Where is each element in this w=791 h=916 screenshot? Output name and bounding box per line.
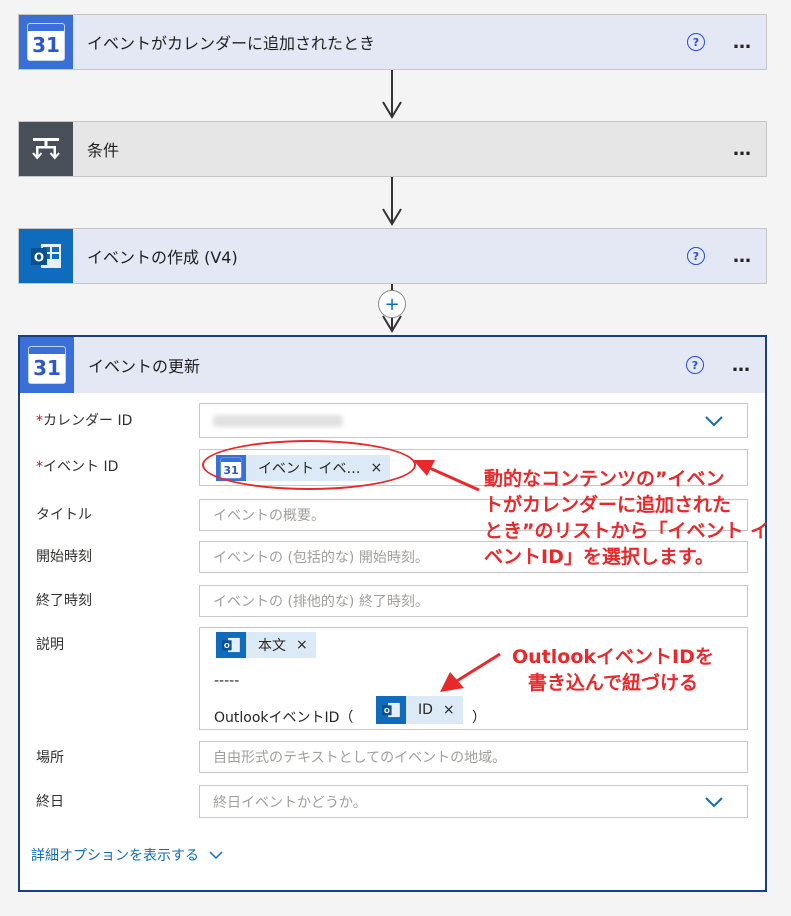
highlight-ellipse (202, 440, 416, 490)
condition-step-card[interactable]: 条件 … (18, 121, 767, 177)
show-advanced-options-link[interactable]: 詳細オプションを表示する (31, 845, 223, 865)
trigger-step-card[interactable]: 31 イベントがカレンダーに追加されたとき ? … (18, 14, 767, 70)
help-icon[interactable]: ? (687, 247, 705, 265)
arrow-head-icon (382, 101, 402, 119)
calendar-id-dropdown[interactable] (199, 403, 748, 438)
help-icon[interactable]: ? (686, 356, 704, 374)
remove-token-icon[interactable]: × (292, 637, 316, 653)
outlook-icon: O (216, 632, 246, 658)
google-calendar-icon: 31 (19, 15, 73, 69)
annotation-arrow (413, 460, 480, 492)
outlook-id-prefix: OutlookイベントID（ (214, 710, 354, 726)
calendar-id-label: *カレンダー ID (36, 413, 133, 429)
arrow-head-icon (382, 208, 402, 226)
step-title: 条件 (87, 141, 120, 160)
description-label: 説明 (36, 637, 64, 653)
annotation-top: 動的なコンテンツの”イベン トがカレンダーに追加された とき”のリストから「イベ… (484, 468, 770, 568)
more-options-button[interactable]: … (733, 32, 752, 53)
help-icon[interactable]: ? (687, 33, 705, 51)
step-title: イベントの更新 (88, 357, 201, 376)
svg-text:O: O (224, 641, 230, 650)
calendar-id-value (213, 414, 343, 427)
svg-text:O: O (34, 251, 44, 265)
more-options-button[interactable]: … (732, 355, 751, 376)
description-separator: ----- (214, 673, 240, 689)
google-calendar-icon: 31 (20, 337, 74, 393)
body-token[interactable]: O 本文 × (216, 632, 316, 658)
end-time-input[interactable]: イベントの (排他的な) 終了時刻。 (199, 585, 748, 617)
location-label: 場所 (36, 750, 64, 766)
all-day-dropdown[interactable]: 終日イベントかどうか。 (199, 785, 748, 818)
chevron-down-icon[interactable] (705, 415, 723, 427)
more-options-button[interactable]: … (733, 139, 752, 160)
chevron-down-icon[interactable] (705, 796, 723, 808)
step-title: イベントの作成 (V4) (87, 248, 238, 267)
chevron-down-icon (209, 850, 223, 859)
start-time-label: 開始時刻 (36, 549, 92, 565)
step-title: イベントがカレンダーに追加されたとき (87, 34, 376, 53)
all-day-label: 終日 (36, 794, 64, 810)
remove-token-icon[interactable]: × (439, 702, 463, 718)
outlook-create-event-card[interactable]: O イベントの作成 (V4) ? … (18, 228, 767, 284)
outlook-icon: O (19, 229, 73, 283)
insert-step-button[interactable]: + (378, 290, 406, 318)
more-options-button[interactable]: … (733, 246, 752, 267)
outlook-icon: O (376, 696, 406, 724)
close-paren: ） (472, 710, 486, 726)
svg-text:O: O (384, 706, 390, 715)
condition-icon (19, 122, 73, 176)
location-input[interactable]: 自由形式のテキストとしてのイベントの地域。 (199, 741, 748, 773)
end-time-label: 終了時刻 (36, 593, 92, 609)
annotation-bottom: OutlookイベントIDを 書き込んで紐づける (512, 646, 714, 694)
event-id-label: *イベント ID (36, 459, 119, 475)
plus-icon: + (384, 293, 400, 315)
id-token[interactable]: O ID × (376, 696, 463, 724)
annotation-arrow (440, 652, 501, 692)
title-label: タイトル (36, 507, 92, 523)
